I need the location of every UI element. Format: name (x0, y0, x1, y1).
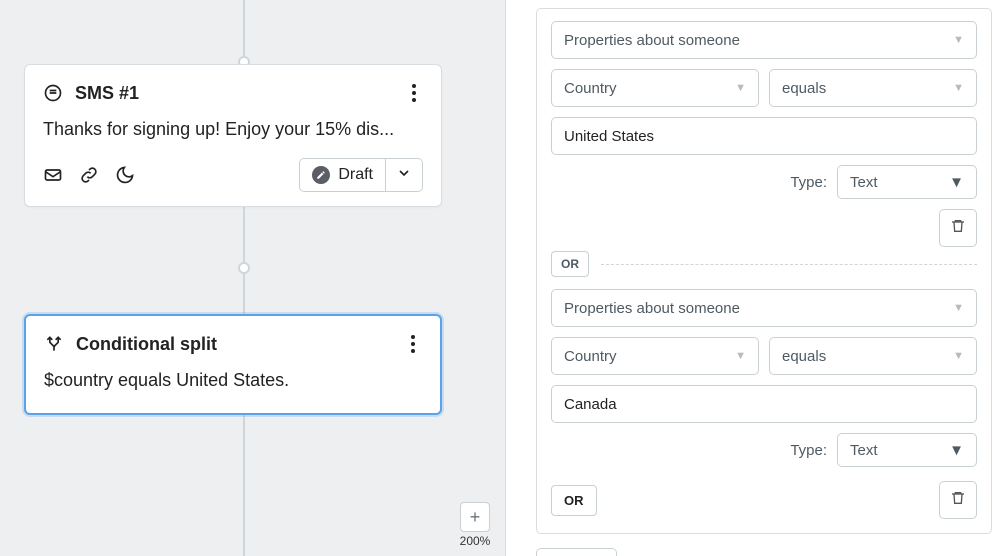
zoom-level: 200% (455, 534, 495, 548)
caret-down-icon: ▼ (953, 82, 964, 94)
type-label: Type: (790, 174, 827, 191)
type-label: Type: (790, 442, 827, 459)
trash-icon (950, 490, 966, 511)
value-input[interactable] (551, 385, 977, 423)
split-node-title: Conditional split (76, 334, 217, 355)
zoom-in-button[interactable]: + (460, 502, 490, 532)
caret-down-icon: ▼ (949, 174, 964, 191)
sms-node-title: SMS #1 (75, 83, 139, 104)
caret-down-icon: ▼ (953, 34, 964, 46)
delete-condition-button[interactable] (939, 481, 977, 519)
caret-down-icon: ▼ (735, 82, 746, 94)
status-label: Draft (338, 166, 373, 184)
condition-block: Properties about someone ▼ (551, 21, 977, 59)
property-select[interactable]: Country ▼ (551, 337, 759, 375)
category-select[interactable]: Properties about someone ▼ (551, 21, 977, 59)
caret-down-icon: ▼ (953, 302, 964, 314)
value-input[interactable] (551, 117, 977, 155)
node-menu-button[interactable] (404, 332, 422, 356)
delete-condition-button[interactable] (939, 209, 977, 247)
add-or-button[interactable]: OR (551, 485, 597, 516)
or-divider-label: OR (551, 251, 589, 277)
trash-icon (950, 218, 966, 239)
condition-group: Properties about someone ▼ Country ▼ equ… (536, 8, 992, 534)
flow-connector-dot (238, 262, 250, 274)
or-divider-line (601, 264, 977, 265)
category-select[interactable]: Properties about someone ▼ (551, 289, 977, 327)
caret-down-icon: ▼ (949, 442, 964, 459)
pencil-icon (312, 166, 330, 184)
flow-canvas[interactable]: SMS #1 Thanks for signing up! Enjoy your… (0, 0, 506, 556)
add-and-button[interactable]: + AND (536, 548, 617, 556)
split-icon (44, 334, 64, 354)
sms-icon (43, 83, 63, 103)
type-select[interactable]: Text ▼ (837, 165, 977, 199)
conditional-split-node-card[interactable]: Conditional split $country equals United… (24, 314, 442, 415)
operator-select[interactable]: equals ▼ (769, 337, 977, 375)
status-select[interactable]: Draft (299, 158, 423, 192)
operator-select[interactable]: equals ▼ (769, 69, 977, 107)
preview-icon[interactable] (43, 165, 63, 185)
property-select[interactable]: Country ▼ (551, 69, 759, 107)
type-select[interactable]: Text ▼ (837, 433, 977, 467)
split-node-summary: $country equals United States. (44, 370, 422, 391)
node-menu-button[interactable] (405, 81, 423, 105)
moon-icon[interactable] (115, 165, 135, 185)
condition-panel: Properties about someone ▼ Country ▼ equ… (506, 0, 1000, 556)
caret-down-icon: ▼ (735, 350, 746, 362)
sms-node-preview: Thanks for signing up! Enjoy your 15% di… (43, 119, 423, 140)
attachment-icon[interactable] (79, 165, 99, 185)
sms-node-card[interactable]: SMS #1 Thanks for signing up! Enjoy your… (24, 64, 442, 207)
chevron-down-icon (396, 165, 412, 186)
caret-down-icon: ▼ (953, 350, 964, 362)
